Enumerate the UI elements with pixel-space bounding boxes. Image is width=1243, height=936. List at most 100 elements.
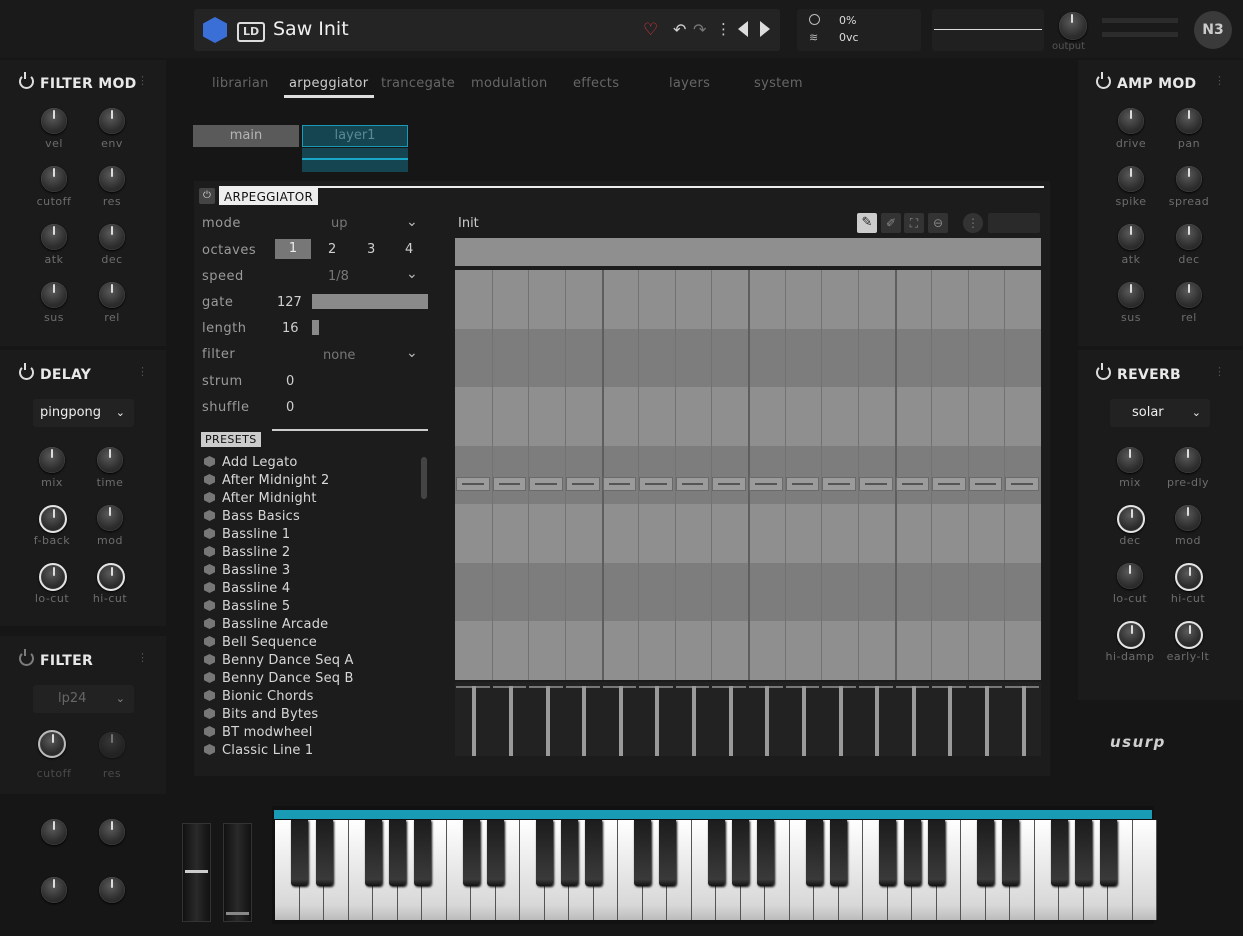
amp-mod-header[interactable]: AMP MOD	[1096, 72, 1196, 92]
velocity-bar[interactable]	[675, 686, 710, 756]
chevron-down-icon[interactable]: ⌄	[406, 214, 418, 230]
reverb-knob-3[interactable]	[1175, 505, 1201, 531]
reverb-menu-icon[interactable]: ⋮	[1214, 365, 1225, 378]
step-note[interactable]	[932, 477, 966, 491]
prev-patch-icon[interactable]	[738, 21, 748, 37]
power-icon[interactable]	[19, 649, 34, 666]
layer-tab-main[interactable]: main	[193, 125, 299, 147]
reverb-knob-4[interactable]	[1117, 563, 1143, 589]
reverb-knob-7[interactable]	[1175, 621, 1203, 649]
black-key[interactable]	[732, 820, 749, 886]
step-note[interactable]	[712, 477, 746, 491]
black-key[interactable]	[1075, 820, 1092, 886]
power-icon[interactable]	[1096, 363, 1111, 380]
reverb-knob-1[interactable]	[1175, 447, 1201, 473]
filter-header[interactable]: FILTER	[19, 649, 93, 669]
black-key[interactable]	[560, 820, 578, 886]
filter-mod-knob-6[interactable]	[41, 282, 67, 308]
velocity-bar[interactable]	[492, 686, 527, 756]
step-note[interactable]	[968, 477, 1003, 491]
preset-item[interactable]: Bassline 4	[204, 581, 290, 596]
tab-trancegate[interactable]: trancegate	[381, 76, 455, 91]
patch-name[interactable]: Saw Init	[273, 18, 349, 40]
presets-scrollbar[interactable]	[421, 457, 427, 499]
black-key[interactable]	[585, 820, 602, 886]
arp-power-icon[interactable]: ⏻	[199, 188, 215, 204]
black-key[interactable]	[879, 820, 896, 886]
brand-avatar[interactable]: N3	[1194, 11, 1232, 49]
step-note[interactable]	[749, 477, 783, 491]
preset-item[interactable]: Bionic Chords	[204, 689, 314, 704]
step-note[interactable]	[1005, 477, 1039, 491]
delay-knob-4[interactable]	[39, 563, 67, 591]
amp-mod-knob-7[interactable]	[1176, 282, 1202, 308]
filter-select[interactable]: none	[323, 348, 355, 363]
step-note[interactable]	[565, 477, 600, 491]
strum-value[interactable]: 0	[286, 374, 294, 389]
macro-knob-1[interactable]	[41, 819, 67, 845]
black-key[interactable]	[756, 820, 774, 886]
preset-item[interactable]: Add Legato	[204, 455, 298, 470]
velocity-bar[interactable]	[785, 686, 820, 756]
filter-mod-header[interactable]: FILTER MOD	[19, 72, 137, 92]
delay-knob-2[interactable]	[39, 505, 67, 533]
step-note[interactable]	[822, 477, 856, 491]
black-key[interactable]	[413, 820, 431, 886]
velocity-lane[interactable]	[455, 682, 1041, 756]
preset-item[interactable]: Bassline Arcade	[204, 617, 328, 632]
step-note[interactable]	[895, 477, 930, 491]
black-key[interactable]	[658, 820, 676, 886]
step-note[interactable]	[858, 477, 893, 491]
black-key[interactable]	[536, 820, 553, 886]
step-note[interactable]	[456, 477, 490, 491]
filter-mod-menu-icon[interactable]: ⋮	[137, 74, 148, 87]
pencil-tool-icon[interactable]: ✎	[857, 213, 877, 233]
erase-tool-icon[interactable]: ⊖	[928, 213, 948, 233]
output-knob[interactable]	[1059, 12, 1087, 40]
delay-mode-select[interactable]: pingpong ⌄	[33, 399, 134, 427]
delay-menu-icon[interactable]: ⋮	[137, 365, 148, 378]
preset-item[interactable]: Bits and Bytes	[204, 707, 318, 722]
gate-slider[interactable]	[312, 294, 428, 309]
black-key[interactable]	[634, 820, 651, 886]
filter-mod-knob-3[interactable]	[99, 166, 125, 192]
delay-knob-0[interactable]	[39, 447, 65, 473]
octave-3-button[interactable]: 3	[367, 242, 375, 257]
preset-item[interactable]: Benny Dance Seq A	[204, 653, 354, 668]
amp-mod-knob-1[interactable]	[1176, 108, 1202, 134]
filter-mod-knob-0[interactable]	[41, 108, 67, 134]
octave-1-button[interactable]: 1	[275, 239, 311, 259]
preset-item[interactable]: Bassline 3	[204, 563, 290, 578]
black-key[interactable]	[805, 820, 823, 886]
tab-arpeggiator[interactable]: arpeggiator	[289, 76, 368, 91]
black-key[interactable]	[928, 820, 945, 886]
black-key[interactable]	[315, 820, 333, 886]
layer-tab-layer1[interactable]: layer1	[302, 125, 408, 147]
length-slider[interactable]	[312, 320, 319, 335]
preset-item[interactable]: Classic Line 1	[204, 743, 313, 758]
amp-mod-knob-6[interactable]	[1118, 282, 1144, 308]
black-key[interactable]	[487, 820, 504, 886]
preset-item[interactable]: BT modwheel	[204, 725, 313, 740]
preset-item[interactable]: Bassline 5	[204, 599, 290, 614]
filter-mod-knob-2[interactable]	[41, 166, 67, 192]
velocity-bar[interactable]	[822, 686, 856, 756]
step-note[interactable]	[785, 477, 820, 491]
amp-mod-menu-icon[interactable]: ⋮	[1214, 74, 1225, 87]
step-note[interactable]	[492, 477, 527, 491]
velocity-bar[interactable]	[895, 686, 930, 756]
step-note[interactable]	[602, 477, 637, 491]
step-note[interactable]	[675, 477, 710, 491]
preset-item[interactable]: After Midnight	[204, 491, 317, 506]
black-key[interactable]	[707, 820, 725, 886]
preset-item[interactable]: Bass Basics	[204, 509, 300, 524]
filter-type-select[interactable]: lp24 ⌄	[33, 685, 134, 713]
preset-item[interactable]: Bassline 2	[204, 545, 290, 560]
speed-select[interactable]: 1/8	[328, 269, 349, 284]
black-key[interactable]	[977, 820, 994, 886]
black-key[interactable]	[462, 820, 480, 886]
step-note[interactable]	[639, 477, 673, 491]
mode-select[interactable]: up	[331, 216, 348, 231]
pattern-menu-icon[interactable]: ⋮	[963, 213, 983, 233]
filter-menu-icon[interactable]: ⋮	[137, 651, 148, 664]
